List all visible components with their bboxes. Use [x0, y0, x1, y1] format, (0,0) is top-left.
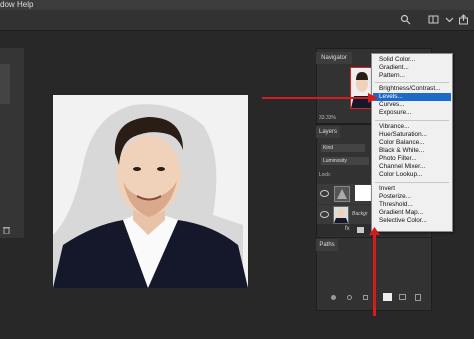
workspace-dropdown-icon[interactable]: [444, 14, 455, 25]
background-layer-name: Backgr: [352, 211, 368, 217]
menu-item-posterize[interactable]: Posterize...: [373, 193, 451, 201]
photo-canvas[interactable]: [53, 95, 248, 288]
menu-item-photo-filter[interactable]: Photo Filter...: [373, 155, 451, 163]
eye-icon[interactable]: [320, 190, 329, 197]
menu-bar: dow Help: [0, 0, 474, 10]
layer-filter-select[interactable]: Kind: [321, 144, 365, 152]
arrowhead-icon: [369, 227, 380, 235]
blend-mode-select[interactable]: Luminosity: [321, 157, 369, 165]
menu-item-black-white[interactable]: Black & White...: [373, 147, 451, 155]
menu-item-window[interactable]: dow: [0, 0, 15, 9]
add-mask-icon[interactable]: [357, 227, 364, 233]
workspace-icon[interactable]: [428, 14, 439, 25]
annotation-arrow-vertical: [373, 232, 376, 316]
trash-icon[interactable]: [415, 294, 421, 301]
share-icon[interactable]: [458, 14, 469, 25]
search-icon[interactable]: [400, 14, 411, 25]
menu-item-color-lookup[interactable]: Color Lookup...: [373, 171, 451, 179]
menu-item-levels[interactable]: Levels...: [373, 93, 451, 101]
load-selection-icon[interactable]: [363, 295, 368, 300]
menu-item-color-balance[interactable]: Color Balance...: [373, 139, 451, 147]
tab-layers[interactable]: Layers: [316, 126, 340, 138]
new-path-icon[interactable]: [399, 294, 406, 300]
arrowhead-icon: [368, 93, 378, 103]
menu-item-brightness-contrast[interactable]: Brightness/Contrast...: [373, 85, 451, 93]
fill-path-icon[interactable]: [331, 295, 336, 300]
navigator-zoom-value: 33.33%: [319, 115, 336, 121]
stroke-path-icon[interactable]: [347, 295, 352, 300]
lock-label: Lock:: [319, 172, 331, 178]
menu-item-pattern[interactable]: Pattern...: [373, 72, 451, 80]
menu-separator: [375, 120, 449, 121]
menu-item-vibrance[interactable]: Vibrance...: [373, 123, 451, 131]
menu-item-exposure[interactable]: Exposure...: [373, 109, 451, 117]
menu-item-channel-mixer[interactable]: Channel Mixer...: [373, 163, 451, 171]
menu-item-solid-color[interactable]: Solid Color...: [373, 56, 451, 64]
adjustment-layer-menu: Solid Color... Gradient... Pattern... Br…: [371, 53, 453, 232]
menu-item-invert[interactable]: Invert: [373, 185, 451, 193]
adjustment-layer-icon: [334, 186, 350, 202]
trash-icon[interactable]: [3, 226, 10, 234]
layer-mask-thumbnail[interactable]: [355, 185, 371, 201]
tab-paths[interactable]: Paths: [316, 239, 338, 251]
menu-item-curves[interactable]: Curves...: [373, 101, 451, 109]
tab-navigator[interactable]: Navigator: [316, 52, 352, 64]
menu-separator: [375, 82, 449, 83]
menu-item-hue-saturation[interactable]: Hue/Saturation...: [373, 131, 451, 139]
eye-icon[interactable]: [320, 211, 329, 218]
menu-item-selective-color[interactable]: Selective Color...: [373, 217, 451, 225]
menu-item-gradient[interactable]: Gradient...: [373, 64, 451, 72]
menu-item-help[interactable]: Help: [17, 0, 33, 9]
background-layer-thumbnail: [333, 206, 349, 224]
make-work-path-icon[interactable]: [383, 293, 392, 301]
fx-icon[interactable]: fx: [345, 226, 350, 232]
options-bar: [0, 10, 474, 31]
left-panel-strip: [0, 64, 10, 104]
menu-item-threshold[interactable]: Threshold...: [373, 201, 451, 209]
menu-separator: [375, 182, 449, 183]
annotation-arrow-horizontal: [262, 97, 376, 99]
menu-item-gradient-map[interactable]: Gradient Map...: [373, 209, 451, 217]
